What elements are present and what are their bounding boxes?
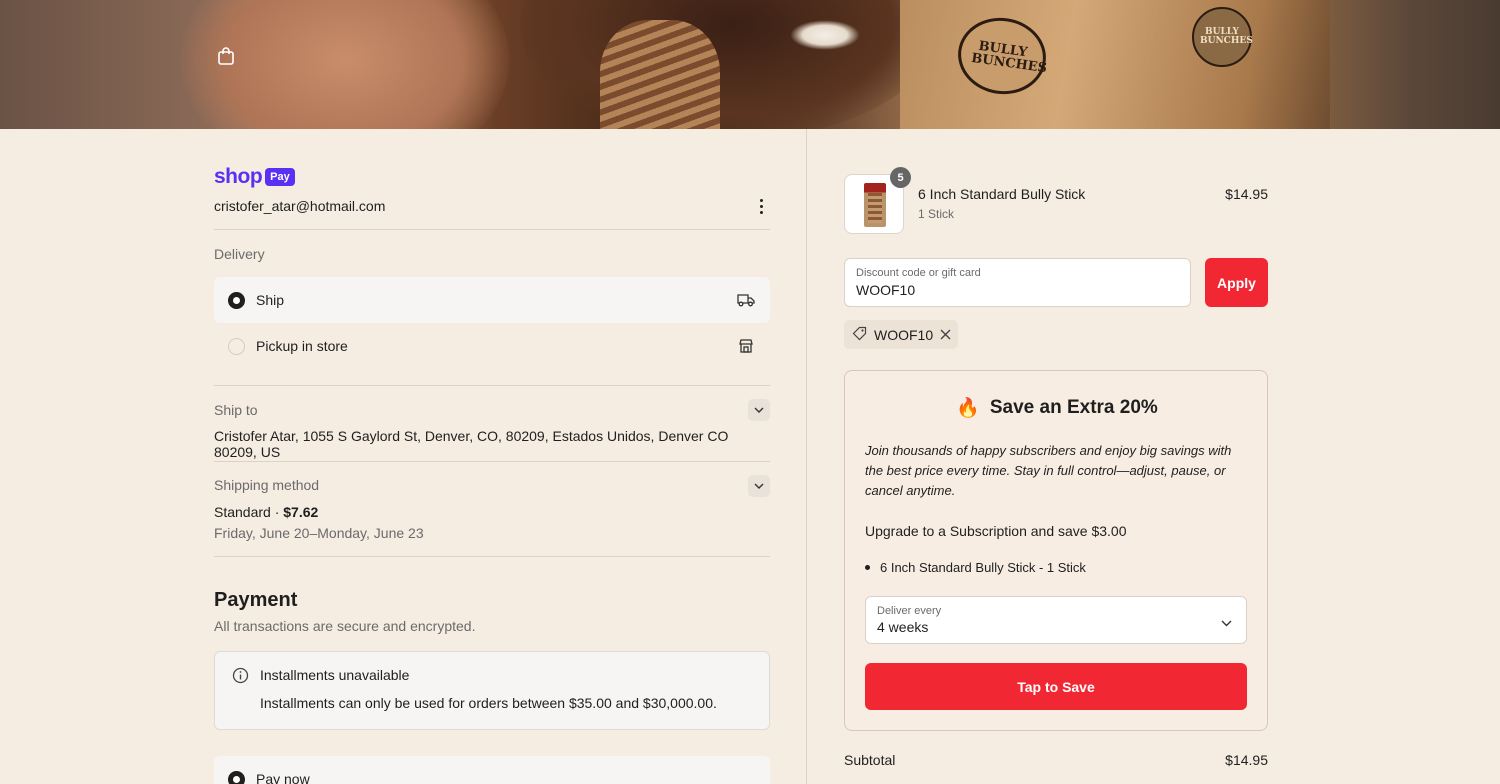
discount-field-label: Discount code or gift card — [856, 267, 981, 279]
product-variant: 1 Stick — [918, 207, 955, 221]
more-options-icon[interactable] — [754, 195, 768, 217]
product-name: 6 Inch Standard Bully Stick — [918, 186, 1086, 202]
divider — [214, 385, 770, 386]
subtotal-value: $14.95 — [1225, 752, 1268, 768]
upsell-description: Join thousands of happy subscribers and … — [865, 443, 1232, 498]
ship-to-label: Ship to — [214, 402, 258, 418]
shipping-method-summary: Standard · $7.62 — [214, 504, 318, 520]
store-icon — [736, 336, 756, 356]
bully-bunches-logo-right: BULLY BUNCHES — [1192, 7, 1253, 67]
discount-code-field[interactable]: Discount code or gift card — [844, 258, 1191, 307]
upsell-savings-text: Upgrade to a Subscription and save $3.00 — [865, 523, 1127, 539]
ship-to-address: Cristofer Atar, 1055 S Gaylord St, Denve… — [214, 428, 729, 460]
delivery-option-pickup[interactable]: Pickup in store — [214, 323, 770, 369]
delivery-option-label: Ship — [256, 292, 285, 308]
applied-discount-code: WOOF10 — [874, 326, 934, 343]
pay-now-label: Pay now — [256, 771, 310, 784]
deliver-every-label: Deliver every — [877, 605, 942, 617]
upsell-item-label: 6 Inch Standard Bully Stick - 1 Stick — [880, 560, 1086, 575]
delivery-option-label: Pickup in store — [256, 338, 348, 354]
shipping-delivery-dates: Friday, June 20–Monday, June 23 — [214, 525, 424, 541]
hero-chew-stick — [600, 20, 720, 129]
upsell-headline: 🔥 Save an Extra 20% — [845, 396, 1269, 420]
payment-subtitle: All transactions are secure and encrypte… — [214, 618, 476, 634]
applied-discount-chip: WOOF10 — [844, 320, 958, 349]
divider — [214, 556, 770, 557]
divider — [214, 229, 770, 230]
hero-dog-head — [520, 0, 940, 129]
hero-banner: BULLY BUNCHES BULLY BUNCHES — [0, 0, 1500, 129]
installments-title: Installments unavailable — [260, 667, 410, 683]
info-icon — [232, 667, 249, 684]
ship-to-expand-chevron-icon[interactable] — [748, 399, 770, 421]
remove-discount-close-icon[interactable] — [940, 329, 951, 340]
pay-now-radio[interactable] — [228, 770, 245, 784]
shipping-method-expand-chevron-icon[interactable] — [748, 475, 770, 497]
shop-pay-logo: shop Pay — [214, 165, 295, 189]
deliver-every-select[interactable]: Deliver every 4 weeks — [865, 596, 1247, 644]
quantity-badge: 5 — [890, 167, 911, 188]
hero-dog-teeth — [790, 20, 860, 50]
fire-icon: 🔥 — [956, 398, 980, 419]
subtotal-label: Subtotal — [844, 752, 896, 768]
shipping-method-label: Shipping method — [214, 477, 320, 493]
installments-notice: Installments unavailable Installments ca… — [214, 651, 770, 730]
pay-badge: Pay — [265, 168, 295, 186]
pickup-radio[interactable] — [228, 337, 245, 355]
delivery-option-ship[interactable]: Ship — [214, 277, 770, 323]
shop-wordmark: shop — [214, 165, 263, 188]
truck-icon — [736, 290, 756, 310]
shopping-bag-icon[interactable] — [215, 45, 237, 67]
tag-icon — [852, 326, 867, 344]
delivery-heading: Delivery — [214, 246, 265, 262]
ship-radio[interactable] — [228, 291, 245, 309]
account-email: cristofer_atar@hotmail.com — [214, 198, 386, 214]
upsell-title: Save an Extra 20% — [989, 397, 1158, 418]
discount-code-input[interactable] — [856, 282, 1176, 298]
apply-discount-button[interactable]: Apply — [1205, 258, 1268, 307]
payment-heading: Payment — [214, 589, 298, 611]
installments-description: Installments can only be used for orders… — [260, 695, 717, 711]
upsell-item: 6 Inch Standard Bully Stick - 1 Stick — [865, 560, 1086, 575]
chevron-down-icon — [1221, 614, 1232, 632]
product-image-stick — [868, 193, 882, 223]
divider — [214, 461, 770, 462]
shipping-method-price: $7.62 — [283, 504, 319, 520]
bullet-dot — [865, 565, 870, 570]
product-price: $14.95 — [1225, 186, 1268, 202]
tap-to-save-button[interactable]: Tap to Save — [865, 663, 1247, 710]
shipping-method-name: Standard · — [214, 504, 284, 520]
column-divider — [806, 129, 807, 784]
subscription-upsell-card: 🔥 Save an Extra 20% Join thousands of ha… — [844, 370, 1268, 731]
payment-option-pay-now[interactable]: Pay now — [214, 756, 770, 784]
deliver-every-value: 4 weeks — [877, 619, 929, 635]
